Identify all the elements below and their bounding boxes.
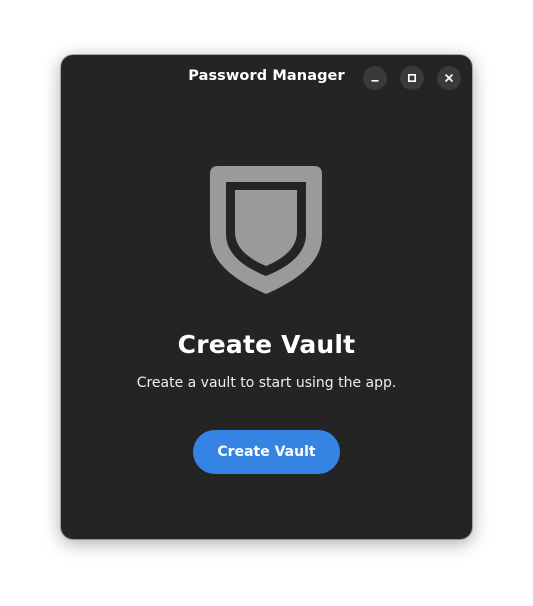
close-icon [445, 74, 453, 82]
empty-state-description: Create a vault to start using the app. [136, 375, 397, 391]
minimize-icon [371, 80, 379, 82]
create-vault-button[interactable]: Create Vault [193, 430, 340, 474]
shield-icon [210, 166, 322, 294]
minimize-button[interactable] [363, 66, 387, 90]
app-window: Password Manager Create Vault Create a v… [61, 55, 472, 539]
maximize-icon [407, 73, 417, 83]
maximize-button[interactable] [400, 66, 424, 90]
empty-state-title: Create Vault [177, 330, 356, 359]
close-button[interactable] [437, 66, 461, 90]
title-bar[interactable]: Password Manager [61, 55, 472, 101]
